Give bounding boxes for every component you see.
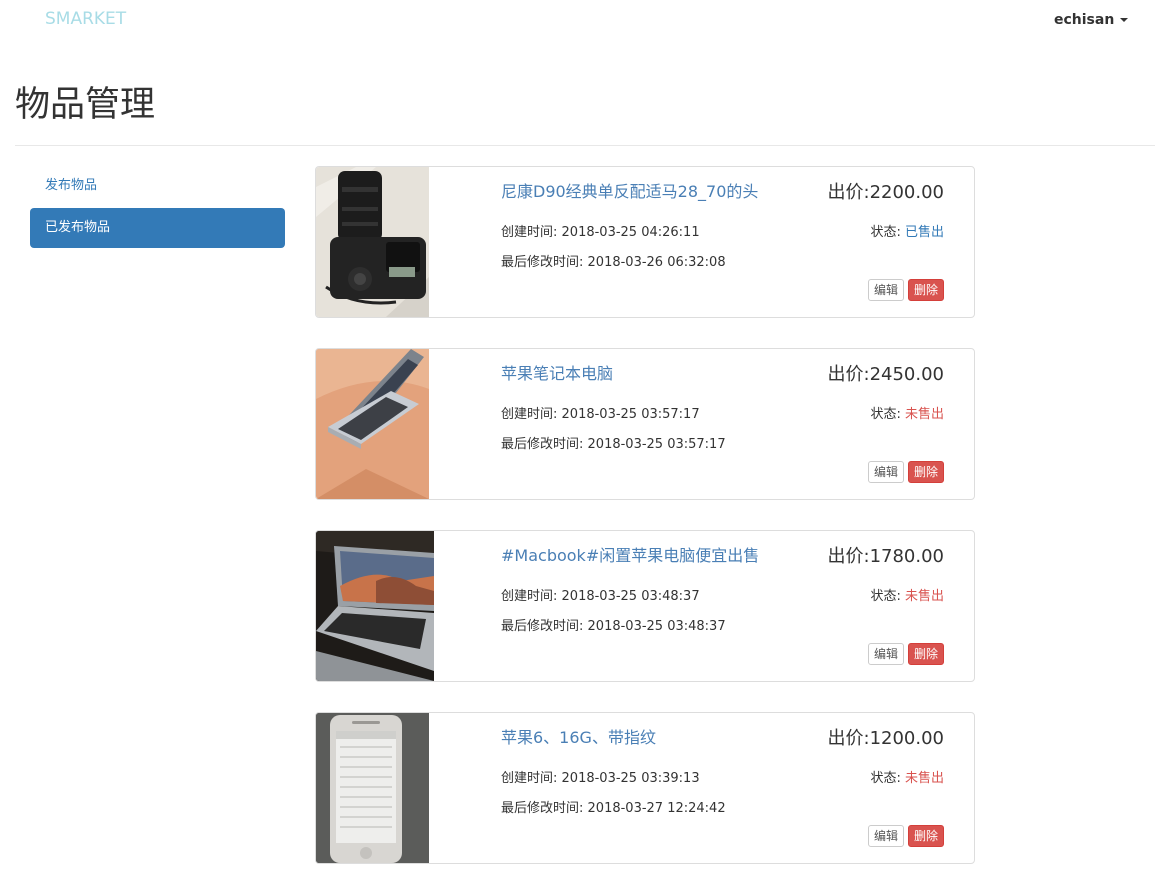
item-thumbnail[interactable] xyxy=(316,713,429,863)
sidebar: 发布物品 已发布物品 xyxy=(30,166,285,248)
item-price: 出价:2200.00 xyxy=(827,182,944,203)
item-price: 出价:2450.00 xyxy=(827,364,944,385)
item-title[interactable]: 苹果6、16G、带指纹 xyxy=(501,724,656,748)
item-modified-time: 最后修改时间: 2018-03-25 03:48:37 xyxy=(501,619,726,634)
item-modified-time: 最后修改时间: 2018-03-25 03:57:17 xyxy=(501,437,726,452)
status-badge: 已售出 xyxy=(904,225,944,240)
item-title[interactable]: 苹果笔记本电脑 xyxy=(501,360,613,384)
item-status: 状态: 未售出 xyxy=(870,589,944,604)
item-created-time: 创建时间: 2018-03-25 03:48:37 xyxy=(501,589,700,604)
delete-button[interactable]: 删除 xyxy=(907,825,944,847)
status-badge: 未售出 xyxy=(904,589,944,604)
user-menu[interactable]: echisan xyxy=(1054,12,1129,28)
item-title[interactable]: #Macbook#闲置苹果电脑便宜出售 xyxy=(501,542,759,566)
delete-button[interactable]: 删除 xyxy=(907,643,944,665)
edit-button[interactable]: 编辑 xyxy=(867,825,904,847)
status-badge: 未售出 xyxy=(904,771,944,786)
edit-button[interactable]: 编辑 xyxy=(867,461,904,483)
brand-logo[interactable]: SMARKET xyxy=(45,9,126,29)
item-created-time: 创建时间: 2018-03-25 03:39:13 xyxy=(501,771,700,786)
item-modified-time: 最后修改时间: 2018-03-26 06:32:08 xyxy=(501,255,726,270)
delete-button[interactable]: 删除 xyxy=(907,279,944,301)
sidebar-item-published[interactable]: 已发布物品 xyxy=(30,208,285,248)
item-thumbnail[interactable] xyxy=(316,167,429,317)
status-badge: 未售出 xyxy=(904,407,944,422)
item-status: 状态: 已售出 xyxy=(870,225,944,240)
edit-button[interactable]: 编辑 xyxy=(867,279,904,301)
item-price: 出价:1200.00 xyxy=(827,728,944,749)
item-created-time: 创建时间: 2018-03-25 04:26:11 xyxy=(501,225,700,240)
item-price: 出价:1780.00 xyxy=(827,546,944,567)
item-card: 苹果笔记本电脑 出价:2450.00 创建时间: 2018-03-25 03:5… xyxy=(315,348,975,500)
page-title: 物品管理 xyxy=(15,85,156,125)
caret-down-icon xyxy=(1120,18,1129,22)
delete-button[interactable]: 删除 xyxy=(907,461,944,483)
item-created-time: 创建时间: 2018-03-25 03:57:17 xyxy=(501,407,700,422)
item-thumbnail[interactable] xyxy=(316,349,429,499)
item-thumbnail[interactable] xyxy=(316,531,434,681)
sidebar-item-publish[interactable]: 发布物品 xyxy=(30,166,285,206)
item-status: 状态: 未售出 xyxy=(870,407,944,422)
item-card: #Macbook#闲置苹果电脑便宜出售 出价:1780.00 创建时间: 201… xyxy=(315,530,975,682)
item-modified-time: 最后修改时间: 2018-03-27 12:24:42 xyxy=(501,801,726,816)
edit-button[interactable]: 编辑 xyxy=(867,643,904,665)
item-title[interactable]: 尼康D90经典单反配适马28_70的头 xyxy=(501,178,758,202)
divider xyxy=(15,145,1155,146)
username: echisan xyxy=(1054,12,1115,28)
item-status: 状态: 未售出 xyxy=(870,771,944,786)
item-card: 苹果6、16G、带指纹 出价:1200.00 创建时间: 2018-03-25 … xyxy=(315,712,975,864)
item-card: 尼康D90经典单反配适马28_70的头 出价:2200.00 创建时间: 201… xyxy=(315,166,975,318)
